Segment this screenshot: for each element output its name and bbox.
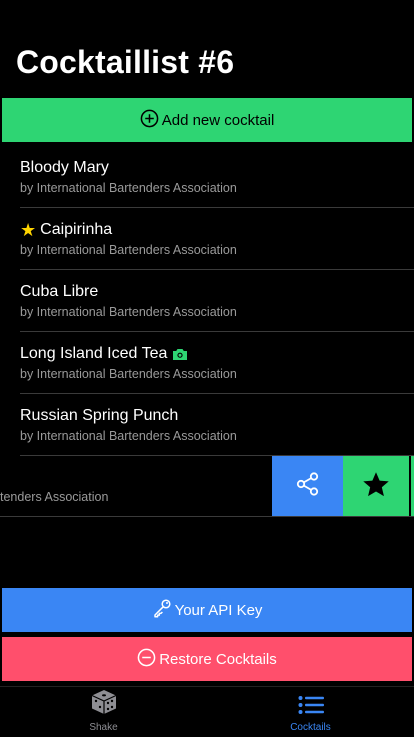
cocktail-name: Long Island Iced Tea: [20, 345, 188, 363]
minus-circle-icon: [137, 648, 159, 671]
cocktail-author: by International Bartenders Association: [20, 429, 237, 443]
star-icon: [362, 471, 390, 503]
cocktail-name: ★ Caipirinha: [20, 220, 113, 240]
list-item[interactable]: Russian Spring Punch by International Ba…: [0, 394, 414, 456]
cocktail-author: by International Bartenders Association: [20, 243, 237, 257]
favorite-button[interactable]: [343, 456, 409, 517]
api-key-button[interactable]: Your API Key: [2, 588, 412, 632]
dice-icon: [90, 689, 118, 720]
share-button[interactable]: [272, 456, 343, 517]
camera-icon: [172, 348, 188, 361]
list-item[interactable]: Long Island Iced Tea by International Ba…: [0, 332, 414, 394]
plus-circle-icon: [140, 109, 162, 132]
key-icon: [152, 598, 175, 622]
tab-cocktails[interactable]: Cocktails: [207, 687, 414, 737]
restore-cocktails-button[interactable]: Restore Cocktails: [2, 637, 412, 681]
list-item[interactable]: Bloody Mary by International Bartenders …: [0, 146, 414, 208]
swiped-list-item[interactable]: tenders Association: [0, 456, 414, 517]
cocktail-name: Russian Spring Punch: [20, 407, 179, 424]
star-icon: ★: [20, 220, 37, 240]
page-title: Cocktaillist #6: [16, 44, 235, 80]
cocktail-name: Cuba Libre: [20, 283, 99, 300]
restore-cocktails-label: Restore Cocktails: [159, 650, 277, 668]
list-item[interactable]: Cuba Libre by International Bartenders A…: [0, 270, 414, 332]
tab-label: Shake: [89, 722, 118, 733]
add-cocktail-label: Add new cocktail: [161, 111, 275, 129]
list-item[interactable]: ★ Caipirinha by International Bartenders…: [0, 208, 414, 270]
add-cocktail-button[interactable]: Add new cocktail: [2, 98, 412, 142]
tab-bar: Shake Cocktails: [0, 686, 414, 737]
tab-shake[interactable]: Shake: [0, 687, 207, 737]
cocktail-name: Bloody Mary: [20, 159, 109, 176]
cocktail-author: by International Bartenders Association: [20, 367, 237, 381]
list-icon: [298, 695, 324, 720]
cocktail-author: by International Bartenders Association: [20, 181, 237, 195]
cocktail-author: tenders Association: [0, 490, 109, 504]
cocktail-author: by International Bartenders Association: [20, 305, 237, 319]
share-icon: [295, 471, 321, 502]
tab-label: Cocktails: [290, 722, 331, 733]
api-key-label: Your API Key: [174, 601, 263, 619]
divider: [0, 516, 414, 517]
